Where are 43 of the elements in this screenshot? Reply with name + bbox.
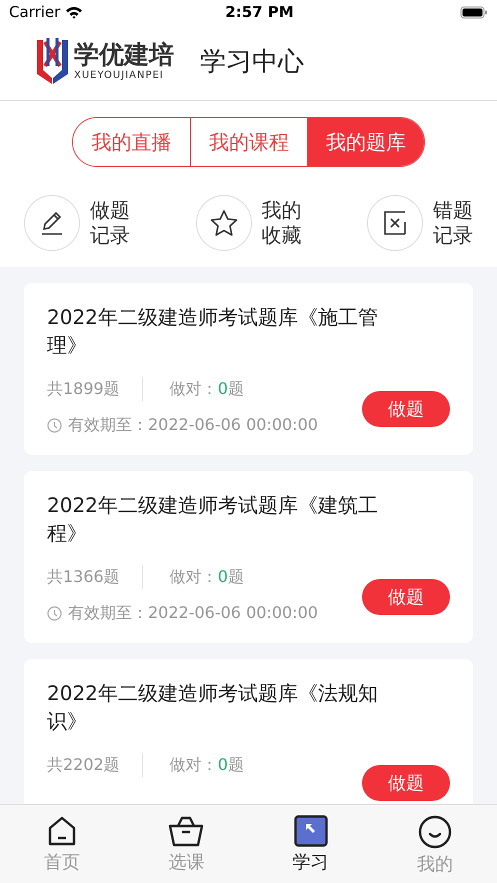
correct-count: 做对：0题 (170, 566, 244, 588)
shortcut-label: 收藏 (262, 223, 302, 248)
tab-bar-item[interactable]: 选课 (124, 805, 248, 883)
wifi-icon (65, 6, 84, 18)
shortcut-button[interactable] (367, 195, 423, 251)
shortcut-label: 记录 (433, 223, 473, 248)
clock-icon (47, 418, 62, 432)
tab[interactable]: 我的题库 (307, 118, 424, 166)
tab-bar-item[interactable]: 我的 (372, 805, 497, 883)
question-count: 共2202题 (47, 753, 143, 777)
shortcut-label: 错题 (433, 198, 473, 223)
study-icon[interactable] (294, 815, 328, 847)
shortcut-label: 我的 (262, 198, 302, 223)
carrier-text: Carrier (9, 2, 60, 23)
expiry-date: 有效期至：2022-06-06 00:00:00 (68, 414, 318, 436)
question-count: 共1899题 (47, 377, 143, 401)
card-title: 2022年二级建造师考试题库《法规知识》 (47, 680, 379, 735)
do-questions-button[interactable]: 做题 (362, 391, 450, 427)
correct-count: 做对：0题 (170, 754, 244, 776)
page-title: 学习中心 (200, 46, 304, 78)
battery-icon (460, 6, 488, 18)
expiry-date: 有效期至：2022-06-06 00:00:00 (68, 602, 318, 624)
tab-bar-item[interactable]: 学习 (248, 805, 373, 883)
tab-bar-item[interactable]: 首页 (0, 805, 124, 883)
star-icon (208, 209, 238, 237)
do-questions-button[interactable]: 做题 (362, 579, 450, 615)
logo-subtext: XUEYOUJIANPEI (74, 69, 165, 83)
shortcut-label: 记录 (90, 223, 130, 248)
shortcut-button[interactable] (24, 195, 80, 251)
card-title: 2022年二级建造师考试题库《建筑工程》 (47, 492, 379, 547)
x-document-icon (383, 209, 407, 237)
clock-time: 2:57 PM (224, 2, 295, 23)
card-title: 2022年二级建造师考试题库《施工管理》 (47, 304, 379, 359)
do-questions-button[interactable]: 做题 (362, 765, 450, 801)
shortcut-label: 做题 (90, 198, 130, 223)
question-count: 共1366题 (47, 565, 143, 589)
clock-icon (47, 606, 62, 620)
correct-count: 做对：0题 (170, 378, 244, 400)
shortcut-button[interactable] (196, 195, 252, 251)
pencil-icon (39, 210, 65, 236)
basket-icon[interactable] (168, 815, 204, 847)
smile-icon[interactable] (418, 815, 452, 849)
logo-text: 学优建培 (74, 41, 174, 69)
